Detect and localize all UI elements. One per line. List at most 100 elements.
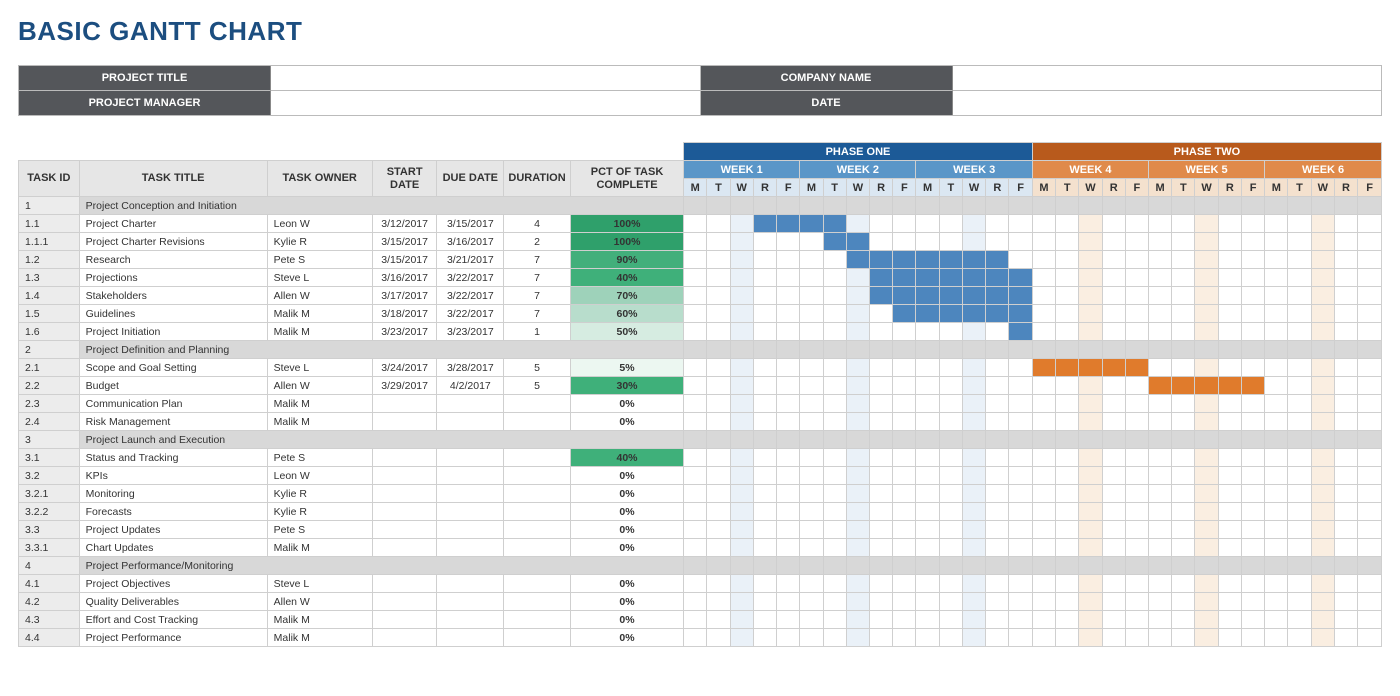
gantt-cell[interactable] xyxy=(1102,269,1125,287)
gantt-cell[interactable] xyxy=(753,485,776,503)
gantt-cell[interactable] xyxy=(1265,395,1288,413)
gantt-cell[interactable] xyxy=(1102,593,1125,611)
task-start[interactable] xyxy=(372,575,437,593)
gantt-cell[interactable] xyxy=(1079,377,1102,395)
gantt-cell[interactable] xyxy=(1102,305,1125,323)
gantt-cell[interactable] xyxy=(730,629,753,647)
gantt-cell[interactable] xyxy=(707,305,730,323)
task-due[interactable]: 3/23/2017 xyxy=(437,323,504,341)
gantt-cell[interactable] xyxy=(893,611,916,629)
task-owner[interactable]: Allen W xyxy=(267,593,372,611)
gantt-cell[interactable] xyxy=(1032,521,1055,539)
gantt-cell[interactable] xyxy=(1288,611,1311,629)
gantt-cell[interactable] xyxy=(1195,467,1218,485)
gantt-cell[interactable] xyxy=(916,323,939,341)
gantt-cell[interactable] xyxy=(1032,323,1055,341)
gantt-cell[interactable] xyxy=(870,629,893,647)
gantt-cell[interactable] xyxy=(1056,287,1079,305)
task-title[interactable]: Risk Management xyxy=(79,413,267,431)
gantt-cell[interactable] xyxy=(800,251,823,269)
gantt-cell[interactable] xyxy=(1032,575,1055,593)
gantt-cell[interactable] xyxy=(1311,449,1334,467)
gantt-cell[interactable] xyxy=(846,467,869,485)
gantt-cell[interactable] xyxy=(1102,413,1125,431)
gantt-cell[interactable] xyxy=(777,539,800,557)
gantt-cell[interactable] xyxy=(1079,359,1102,377)
task-owner[interactable]: Allen W xyxy=(267,377,372,395)
gantt-cell[interactable] xyxy=(753,359,776,377)
gantt-cell[interactable] xyxy=(986,449,1009,467)
gantt-cell[interactable] xyxy=(1334,575,1357,593)
gantt-cell[interactable] xyxy=(1334,629,1357,647)
gantt-cell[interactable] xyxy=(1172,413,1195,431)
gantt-cell[interactable] xyxy=(1079,611,1102,629)
gantt-cell[interactable] xyxy=(986,575,1009,593)
gantt-cell[interactable] xyxy=(1032,449,1055,467)
gantt-cell[interactable] xyxy=(1288,251,1311,269)
gantt-cell[interactable] xyxy=(1334,485,1357,503)
gantt-cell[interactable] xyxy=(753,215,776,233)
gantt-cell[interactable] xyxy=(1009,215,1032,233)
gantt-cell[interactable] xyxy=(1102,395,1125,413)
gantt-cell[interactable] xyxy=(684,377,707,395)
task-owner[interactable]: Allen W xyxy=(267,287,372,305)
gantt-cell[interactable] xyxy=(1358,593,1382,611)
gantt-cell[interactable] xyxy=(1265,485,1288,503)
gantt-cell[interactable] xyxy=(1358,269,1382,287)
gantt-cell[interactable] xyxy=(962,359,985,377)
gantt-cell[interactable] xyxy=(1172,485,1195,503)
gantt-cell[interactable] xyxy=(870,251,893,269)
gantt-cell[interactable] xyxy=(1218,593,1241,611)
gantt-cell[interactable] xyxy=(962,593,985,611)
gantt-cell[interactable] xyxy=(962,395,985,413)
gantt-cell[interactable] xyxy=(1125,323,1148,341)
gantt-cell[interactable] xyxy=(1241,629,1264,647)
task-owner[interactable]: Steve L xyxy=(267,575,372,593)
gantt-cell[interactable] xyxy=(1311,467,1334,485)
gantt-cell[interactable] xyxy=(1149,359,1172,377)
gantt-cell[interactable] xyxy=(1288,593,1311,611)
gantt-cell[interactable] xyxy=(846,539,869,557)
gantt-cell[interactable] xyxy=(684,413,707,431)
task-owner[interactable]: Kylie R xyxy=(267,485,372,503)
task-owner[interactable]: Malik M xyxy=(267,395,372,413)
gantt-cell[interactable] xyxy=(893,359,916,377)
gantt-cell[interactable] xyxy=(1102,359,1125,377)
gantt-cell[interactable] xyxy=(1218,323,1241,341)
gantt-cell[interactable] xyxy=(1032,395,1055,413)
gantt-cell[interactable] xyxy=(1358,449,1382,467)
task-start[interactable] xyxy=(372,593,437,611)
gantt-cell[interactable] xyxy=(777,269,800,287)
task-duration[interactable] xyxy=(504,503,571,521)
gantt-cell[interactable] xyxy=(939,359,962,377)
task-due[interactable]: 3/22/2017 xyxy=(437,269,504,287)
gantt-cell[interactable] xyxy=(777,359,800,377)
gantt-cell[interactable] xyxy=(893,593,916,611)
gantt-cell[interactable] xyxy=(1079,305,1102,323)
task-pct[interactable]: 0% xyxy=(570,611,683,629)
gantt-cell[interactable] xyxy=(1125,467,1148,485)
gantt-cell[interactable] xyxy=(1195,215,1218,233)
task-title[interactable]: Forecasts xyxy=(79,503,267,521)
gantt-cell[interactable] xyxy=(777,575,800,593)
gantt-cell[interactable] xyxy=(1056,485,1079,503)
gantt-cell[interactable] xyxy=(916,233,939,251)
gantt-cell[interactable] xyxy=(1172,215,1195,233)
task-duration[interactable] xyxy=(504,611,571,629)
gantt-cell[interactable] xyxy=(1334,539,1357,557)
gantt-cell[interactable] xyxy=(893,521,916,539)
gantt-cell[interactable] xyxy=(684,503,707,521)
task-duration[interactable] xyxy=(504,467,571,485)
gantt-cell[interactable] xyxy=(1009,539,1032,557)
gantt-cell[interactable] xyxy=(1032,485,1055,503)
gantt-cell[interactable] xyxy=(823,521,846,539)
gantt-cell[interactable] xyxy=(893,449,916,467)
gantt-cell[interactable] xyxy=(730,377,753,395)
gantt-cell[interactable] xyxy=(986,269,1009,287)
gantt-cell[interactable] xyxy=(1056,467,1079,485)
gantt-cell[interactable] xyxy=(1241,539,1264,557)
gantt-cell[interactable] xyxy=(1241,449,1264,467)
gantt-cell[interactable] xyxy=(1288,323,1311,341)
gantt-cell[interactable] xyxy=(1288,395,1311,413)
gantt-cell[interactable] xyxy=(800,485,823,503)
